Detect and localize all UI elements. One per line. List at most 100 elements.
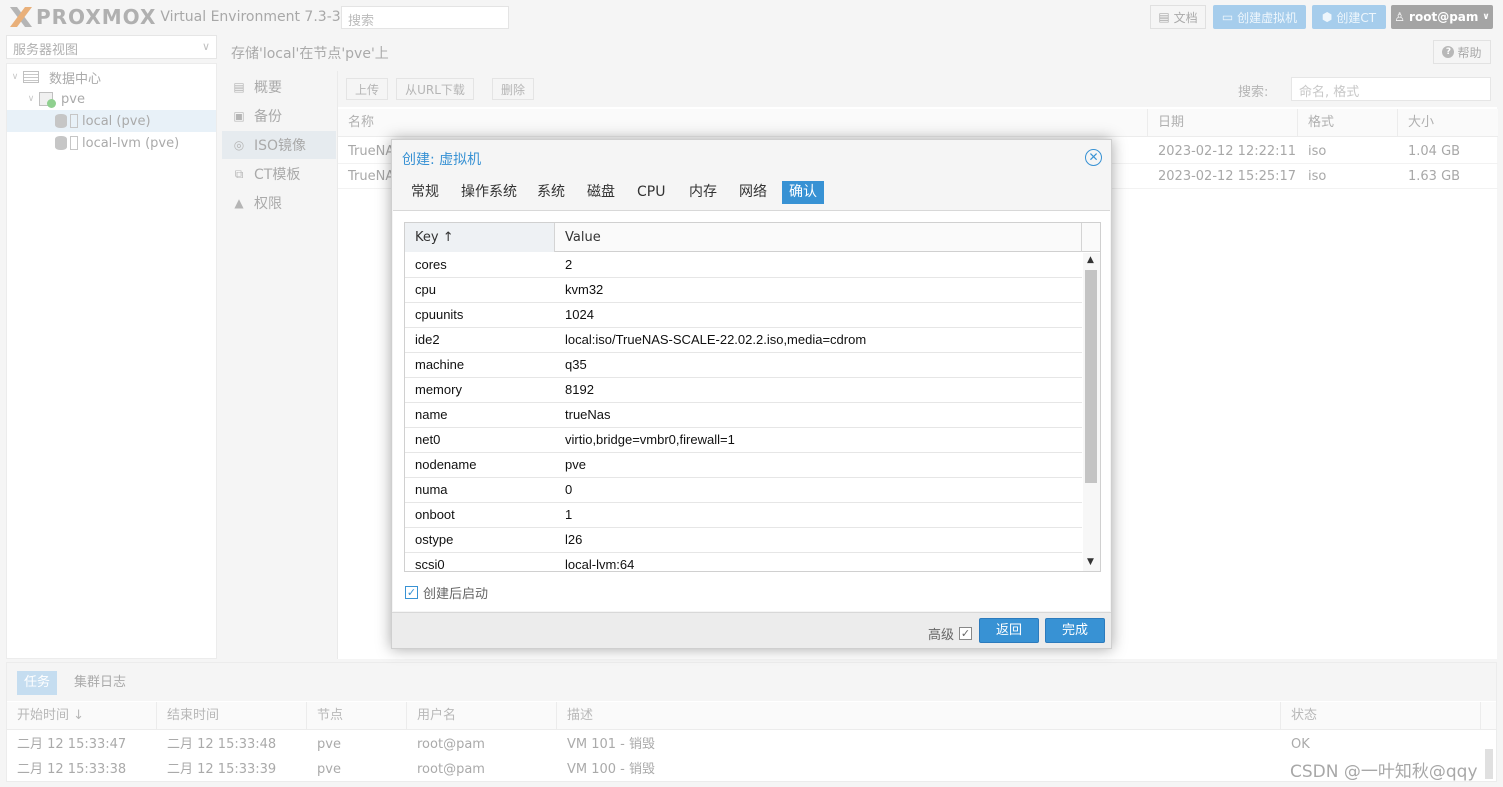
cell-value: kvm32	[565, 282, 604, 297]
tab-network[interactable]: 网络	[732, 181, 774, 204]
book-icon: ▤	[233, 80, 245, 94]
column-header-key[interactable]: Key ↑	[405, 223, 555, 252]
menu-item-label: 概要	[254, 80, 282, 96]
column-header-node[interactable]: 节点	[307, 702, 407, 730]
cell-key: ostype	[415, 532, 454, 547]
tab-disks[interactable]: 磁盘	[580, 181, 622, 204]
menu-item-label: ISO镜像	[254, 138, 307, 154]
upload-button[interactable]: 上传	[346, 78, 388, 100]
menu-item-backup[interactable]: ▣ 备份	[222, 102, 336, 130]
tab-os[interactable]: 操作系统	[454, 181, 524, 204]
task-scrollbar[interactable]	[1485, 749, 1493, 779]
menu-item-permissions[interactable]: ▲ 权限	[222, 189, 336, 217]
monitor-icon: ▭	[1221, 10, 1234, 24]
advanced-label: 高级	[928, 628, 955, 643]
help-label: 帮助	[1457, 45, 1482, 60]
scrollbar-thumb[interactable]	[1085, 270, 1097, 483]
download-from-url-button[interactable]: 从URL下载	[396, 78, 474, 100]
scroll-up-icon[interactable]: ▲	[1087, 255, 1094, 265]
cell-value: local:iso/TrueNAS-SCALE-22.02.2.iso,medi…	[565, 332, 867, 347]
user-icon: ♙	[1394, 10, 1406, 24]
table-row[interactable]: cpu kvm32	[405, 278, 1082, 303]
global-search-input[interactable]: 搜索	[341, 6, 509, 29]
cell-value: l26	[565, 532, 583, 547]
column-header-name[interactable]: 名称	[338, 109, 1148, 137]
checkbox-checked-icon[interactable]: ✓	[959, 627, 973, 640]
cell-user: root@pam	[417, 762, 485, 777]
table-row[interactable]: memory 8192	[405, 378, 1082, 403]
column-header-format[interactable]: 格式	[1298, 109, 1398, 137]
version-label: Virtual Environment 7.3-3	[160, 9, 341, 25]
cell-key: memory	[415, 382, 462, 397]
cell-format: iso	[1308, 144, 1327, 159]
table-row[interactable]: name trueNas	[405, 403, 1082, 428]
table-row[interactable]: numa 0	[405, 478, 1082, 503]
tab-cluster-log[interactable]: 集群日志	[67, 671, 133, 695]
grid-scrollbar[interactable]: ▲ ▼	[1083, 253, 1100, 571]
create-vm-dialog: 创建: 虚拟机 ✕ 常规 操作系统 系统 磁盘 CPU 内存 网络 确认 Key…	[391, 139, 1112, 649]
finish-button[interactable]: 完成	[1045, 618, 1105, 643]
table-row[interactable]: ide2 local:iso/TrueNAS-SCALE-22.02.2.iso…	[405, 328, 1082, 353]
table-row[interactable]: 二月 12 15:33:47 二月 12 15:33:48 pve root@p…	[7, 732, 1496, 757]
column-header-end-time[interactable]: 结束时间	[157, 702, 307, 730]
cell-key: scsi0	[415, 557, 445, 572]
cell-key: cpu	[415, 282, 436, 297]
tree-item-local-lvm-storage[interactable]: local-lvm (pve)	[7, 132, 216, 154]
tab-cpu[interactable]: CPU	[630, 181, 672, 204]
template-icon: ⧉	[234, 166, 244, 181]
menu-item-label: CT模板	[254, 167, 301, 183]
create-ct-button[interactable]: ⬢ 创建CT	[1312, 5, 1386, 29]
advanced-checkbox[interactable]: 高级 ✓	[928, 624, 973, 643]
tree-item-label: local (pve)	[82, 113, 151, 129]
scroll-down-icon[interactable]: ▼	[1087, 557, 1094, 567]
start-after-create-checkbox[interactable]: ✓ 创建后启动	[405, 583, 488, 602]
column-header-start-time[interactable]: 开始时间 ↓	[7, 702, 157, 730]
cell-start: 二月 12 15:33:38	[17, 762, 127, 777]
column-header-size[interactable]: 大小	[1398, 109, 1498, 137]
column-header-user[interactable]: 用户名	[407, 702, 557, 730]
top-bar: PROXMOX Virtual Environment 7.3-3 搜索 ▤ 文…	[0, 0, 1503, 34]
column-header-status[interactable]: 状态	[1281, 702, 1481, 730]
table-row[interactable]: cpuunits 1024	[405, 303, 1082, 328]
tab-tasks[interactable]: 任务	[17, 671, 58, 695]
tree-item-local-storage[interactable]: local (pve)	[7, 110, 216, 132]
tab-memory[interactable]: 内存	[682, 181, 724, 204]
checkbox-checked-icon[interactable]: ✓	[405, 586, 418, 599]
menu-item-iso-images[interactable]: ◎ ISO镜像	[222, 131, 336, 159]
proxmox-x-icon	[8, 5, 34, 29]
close-icon[interactable]: ✕	[1085, 149, 1102, 166]
help-button[interactable]: ? 帮助	[1433, 40, 1491, 64]
server-view-select[interactable]: 服务器视图 ∨	[6, 35, 217, 59]
table-row[interactable]: onboot 1	[405, 503, 1082, 528]
tree-item-datacenter[interactable]: ∨ 数据中心	[7, 66, 216, 88]
delete-button[interactable]: 删除	[492, 78, 534, 100]
column-header-date[interactable]: 日期	[1148, 109, 1298, 137]
user-menu-button[interactable]: ♙ root@pam ∨	[1391, 5, 1493, 29]
iso-grid-header: 名称 日期 格式 大小	[338, 109, 1498, 137]
table-row[interactable]: machine q35	[405, 353, 1082, 378]
tab-system[interactable]: 系统	[530, 181, 572, 204]
column-header-description[interactable]: 描述	[557, 702, 1281, 730]
iso-search-input[interactable]: 命名, 格式	[1291, 77, 1491, 101]
question-icon: ?	[1442, 46, 1455, 58]
docs-button[interactable]: ▤ 文档	[1150, 5, 1206, 29]
tree-item-node-pve[interactable]: ∨ pve	[7, 88, 216, 110]
table-row[interactable]: ostype l26	[405, 528, 1082, 553]
tab-confirm[interactable]: 确认	[782, 181, 824, 204]
tree-item-label: pve	[61, 91, 85, 107]
unlock-icon: ▲	[234, 196, 244, 210]
table-row[interactable]: nodename pve	[405, 453, 1082, 478]
tab-general[interactable]: 常规	[404, 181, 446, 204]
menu-item-summary[interactable]: ▤ 概要	[222, 73, 336, 101]
back-button[interactable]: 返回	[979, 618, 1039, 643]
table-row[interactable]: scsi0 local-lvm:64	[405, 553, 1082, 572]
table-row[interactable]: 二月 12 15:33:38 二月 12 15:33:39 pve root@p…	[7, 757, 1496, 782]
table-row[interactable]: net0 virtio,bridge=vmbr0,firewall=1	[405, 428, 1082, 453]
cell-value: 1	[565, 507, 573, 522]
create-vm-button[interactable]: ▭ 创建虚拟机	[1213, 5, 1306, 29]
menu-item-ct-templates[interactable]: ⧉ CT模板	[222, 160, 336, 188]
column-header-value[interactable]: Value	[555, 223, 1082, 252]
cell-key: nodename	[415, 457, 477, 472]
cell-date: 2023-02-12 15:25:17	[1158, 169, 1297, 184]
table-row[interactable]: cores 2	[405, 253, 1082, 278]
